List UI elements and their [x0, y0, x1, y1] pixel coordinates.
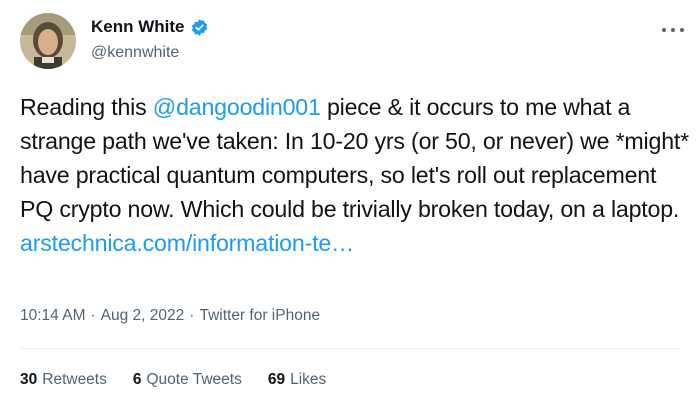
- tweet-text: Reading this @dangoodin001 piece & it oc…: [20, 90, 690, 260]
- likes-label: Likes: [290, 371, 327, 388]
- article-link[interactable]: arstechnica.com/information-te…: [20, 230, 354, 256]
- meta-separator: ·: [189, 307, 195, 324]
- avatar[interactable]: [20, 13, 76, 69]
- likes-stat[interactable]: 69 Likes: [268, 371, 326, 389]
- mention-link[interactable]: @dangoodin001: [153, 94, 321, 120]
- avatar-photo-icon: [20, 13, 76, 69]
- retweets-count: 30: [20, 371, 38, 388]
- name-row: Kenn White: [91, 17, 209, 37]
- tweet-date[interactable]: Aug 2, 2022: [101, 307, 185, 325]
- tweet-text-start: Reading this: [20, 94, 153, 120]
- tweet-time[interactable]: 10:14 AM: [20, 307, 86, 325]
- retweets-label: Retweets: [42, 371, 107, 388]
- meta-separator: ·: [90, 307, 96, 324]
- quotes-label: Quote Tweets: [146, 371, 242, 388]
- quotes-count: 6: [132, 371, 142, 388]
- quote-tweets-stat[interactable]: 6 Quote Tweets: [133, 371, 242, 389]
- more-options-icon[interactable]: [662, 26, 684, 34]
- retweets-stat[interactable]: 30 Retweets: [20, 371, 107, 389]
- engagement-stats: 30 Retweets 6 Quote Tweets 69 Likes: [20, 371, 326, 389]
- author-info: Kenn White @kennwhite: [91, 17, 209, 62]
- user-handle[interactable]: @kennwhite: [91, 44, 209, 62]
- likes-count: 69: [267, 371, 286, 388]
- tweet-meta: 10:14 AM · Aug 2, 2022 · Twitter for iPh…: [20, 307, 320, 325]
- display-name[interactable]: Kenn White: [91, 17, 185, 37]
- tweet-card: Kenn White @kennwhite Reading this @dang…: [0, 0, 700, 407]
- verified-badge-icon: [190, 18, 209, 37]
- tweet-source[interactable]: Twitter for iPhone: [199, 307, 320, 325]
- divider: [20, 348, 680, 349]
